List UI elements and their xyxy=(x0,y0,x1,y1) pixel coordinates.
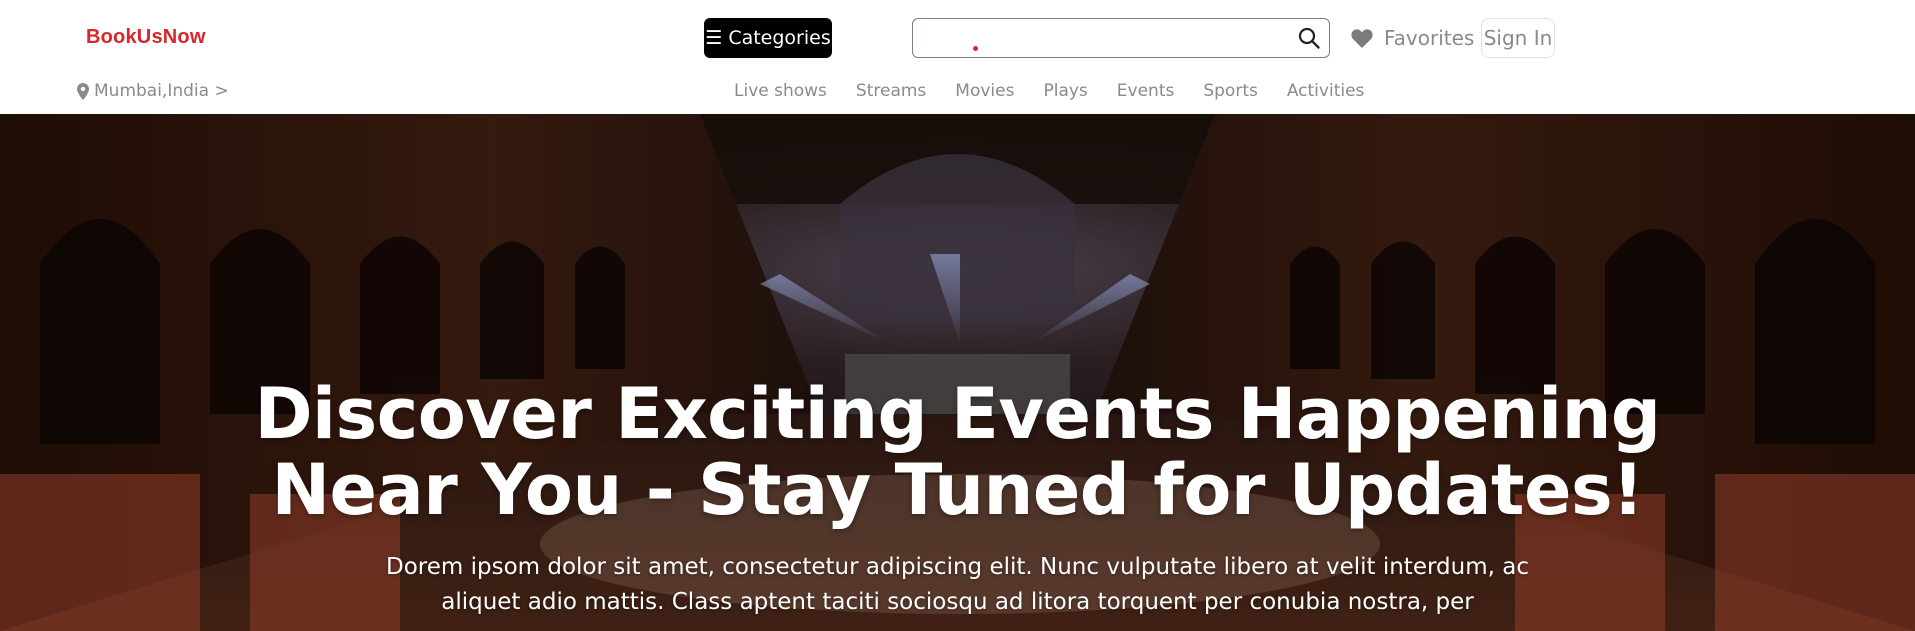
favorites-label: Favorites xyxy=(1384,26,1475,50)
location-pin-icon xyxy=(77,82,89,100)
top-header: BookUsNow ☰ Categories Favorites Sign In… xyxy=(0,0,1915,114)
red-dot-marker xyxy=(973,46,978,51)
heart-icon xyxy=(1351,29,1373,48)
nav-item-sports[interactable]: Sports xyxy=(1203,81,1258,101)
brand-logo[interactable]: BookUsNow xyxy=(86,26,206,49)
search-icon[interactable] xyxy=(1297,26,1321,50)
nav-item-movies[interactable]: Movies xyxy=(955,81,1014,101)
search-box[interactable] xyxy=(912,18,1330,58)
categories-button[interactable]: ☰ Categories xyxy=(704,18,832,58)
nav-item-streams[interactable]: Streams xyxy=(856,81,926,101)
hamburger-menu-icon: ☰ xyxy=(705,26,723,49)
hero-subtitle: Dorem ipsom dolor sit amet, consectetur … xyxy=(386,554,1529,615)
favorites-link[interactable]: Favorites xyxy=(1350,20,1474,56)
sign-in-button[interactable]: Sign In xyxy=(1481,18,1555,58)
nav-item-activities[interactable]: Activities xyxy=(1287,81,1365,101)
nav-item-events[interactable]: Events xyxy=(1117,81,1175,101)
hero-content: Discover Exciting Events Happening Near … xyxy=(0,114,1915,631)
categories-label: Categories xyxy=(728,27,831,49)
location-selector[interactable]: Mumbai,India > xyxy=(77,81,229,101)
category-nav: Live shows Streams Movies Plays Events S… xyxy=(734,81,1393,101)
hero-banner: Discover Exciting Events Happening Near … xyxy=(0,114,1915,631)
hero-title: Discover Exciting Events Happening Near … xyxy=(254,373,1661,531)
location-label: Mumbai,India > xyxy=(94,81,229,101)
nav-item-plays[interactable]: Plays xyxy=(1043,81,1087,101)
nav-item-live-shows[interactable]: Live shows xyxy=(734,81,827,101)
